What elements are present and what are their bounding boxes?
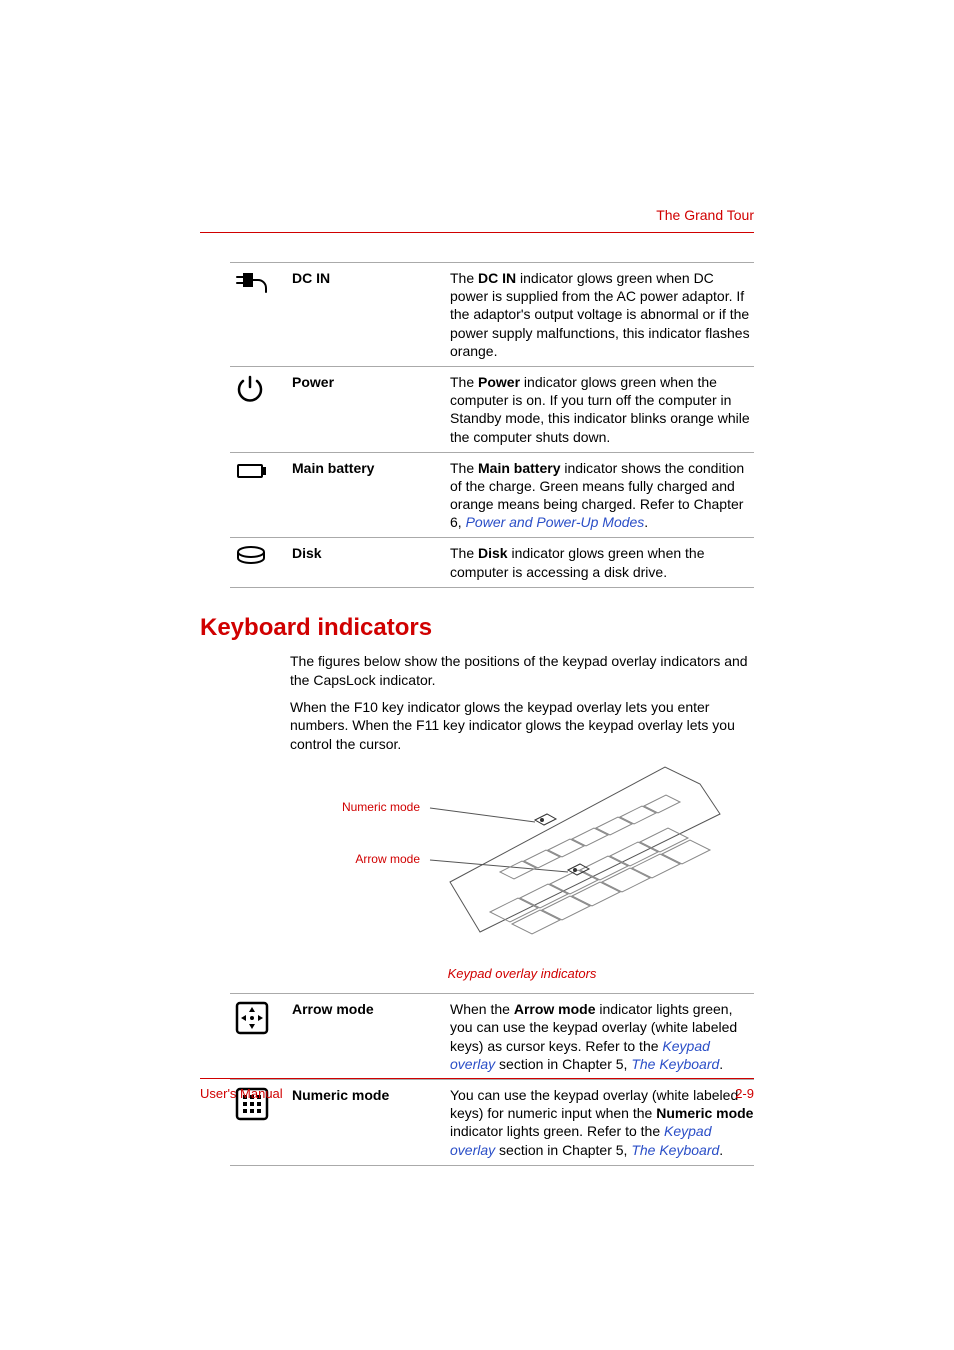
link-the-keyboard[interactable]: The Keyboard	[631, 1142, 719, 1158]
description: The DC IN indicator glows green when DC …	[446, 263, 754, 367]
icon-cell	[230, 263, 292, 367]
table-row: Arrow mode When the Arrow mode indicator…	[230, 994, 754, 1080]
page-content: DC IN The DC IN indicator glows green wh…	[200, 262, 754, 1166]
icon-cell	[230, 538, 292, 587]
term: Arrow mode	[292, 994, 446, 1080]
term: DC IN	[292, 263, 446, 367]
icon-cell	[230, 994, 292, 1080]
document-page: The Grand Tour DC	[0, 0, 954, 1350]
table-row: DC IN The DC IN indicator glows green wh…	[230, 263, 754, 367]
term: Main battery	[292, 452, 446, 538]
term: Numeric mode	[292, 1080, 446, 1166]
disk-icon	[234, 544, 268, 568]
arrow-mode-icon	[234, 1000, 270, 1036]
term: Disk	[292, 538, 446, 587]
section-heading: Keyboard indicators	[200, 614, 754, 642]
footer-manual-title: User's Manual	[200, 1086, 283, 1101]
header-rule	[200, 232, 754, 233]
description: The Power indicator glows green when the…	[446, 366, 754, 452]
term: Power	[292, 366, 446, 452]
table-row: Power The Power indicator glows green wh…	[230, 366, 754, 452]
link-power-modes[interactable]: Power and Power-Up Modes	[466, 514, 645, 530]
table-row: Numeric mode You can use the keypad over…	[230, 1080, 754, 1166]
table-row: Disk The Disk indicator glows green when…	[230, 538, 754, 587]
dc-in-icon	[234, 269, 270, 297]
figure-keypad-overlay: Numeric mode Arrow mode	[290, 762, 754, 962]
body-paragraph: When the F10 key indicator glows the key…	[290, 698, 754, 755]
keyboard-illustration-icon	[320, 762, 750, 962]
table-row: Main battery The Main battery indicator …	[230, 452, 754, 538]
chapter-title: The Grand Tour	[656, 207, 754, 223]
battery-icon	[234, 459, 270, 483]
icon-cell	[230, 452, 292, 538]
description: You can use the keypad overlay (white la…	[446, 1080, 754, 1166]
figure-caption: Keypad overlay indicators	[290, 966, 754, 981]
power-icon	[234, 373, 266, 405]
footer-page-number: 2-9	[735, 1086, 754, 1101]
indicator-table-2: Arrow mode When the Arrow mode indicator…	[230, 993, 754, 1166]
footer-rule	[200, 1078, 754, 1079]
description: When the Arrow mode indicator lights gre…	[446, 994, 754, 1080]
description: The Disk indicator glows green when the …	[446, 538, 754, 587]
description: The Main battery indicator shows the con…	[446, 452, 754, 538]
body-paragraph: The figures below show the positions of …	[290, 652, 754, 690]
indicator-table-1: DC IN The DC IN indicator glows green wh…	[230, 262, 754, 588]
link-the-keyboard[interactable]: The Keyboard	[631, 1056, 719, 1072]
icon-cell	[230, 366, 292, 452]
